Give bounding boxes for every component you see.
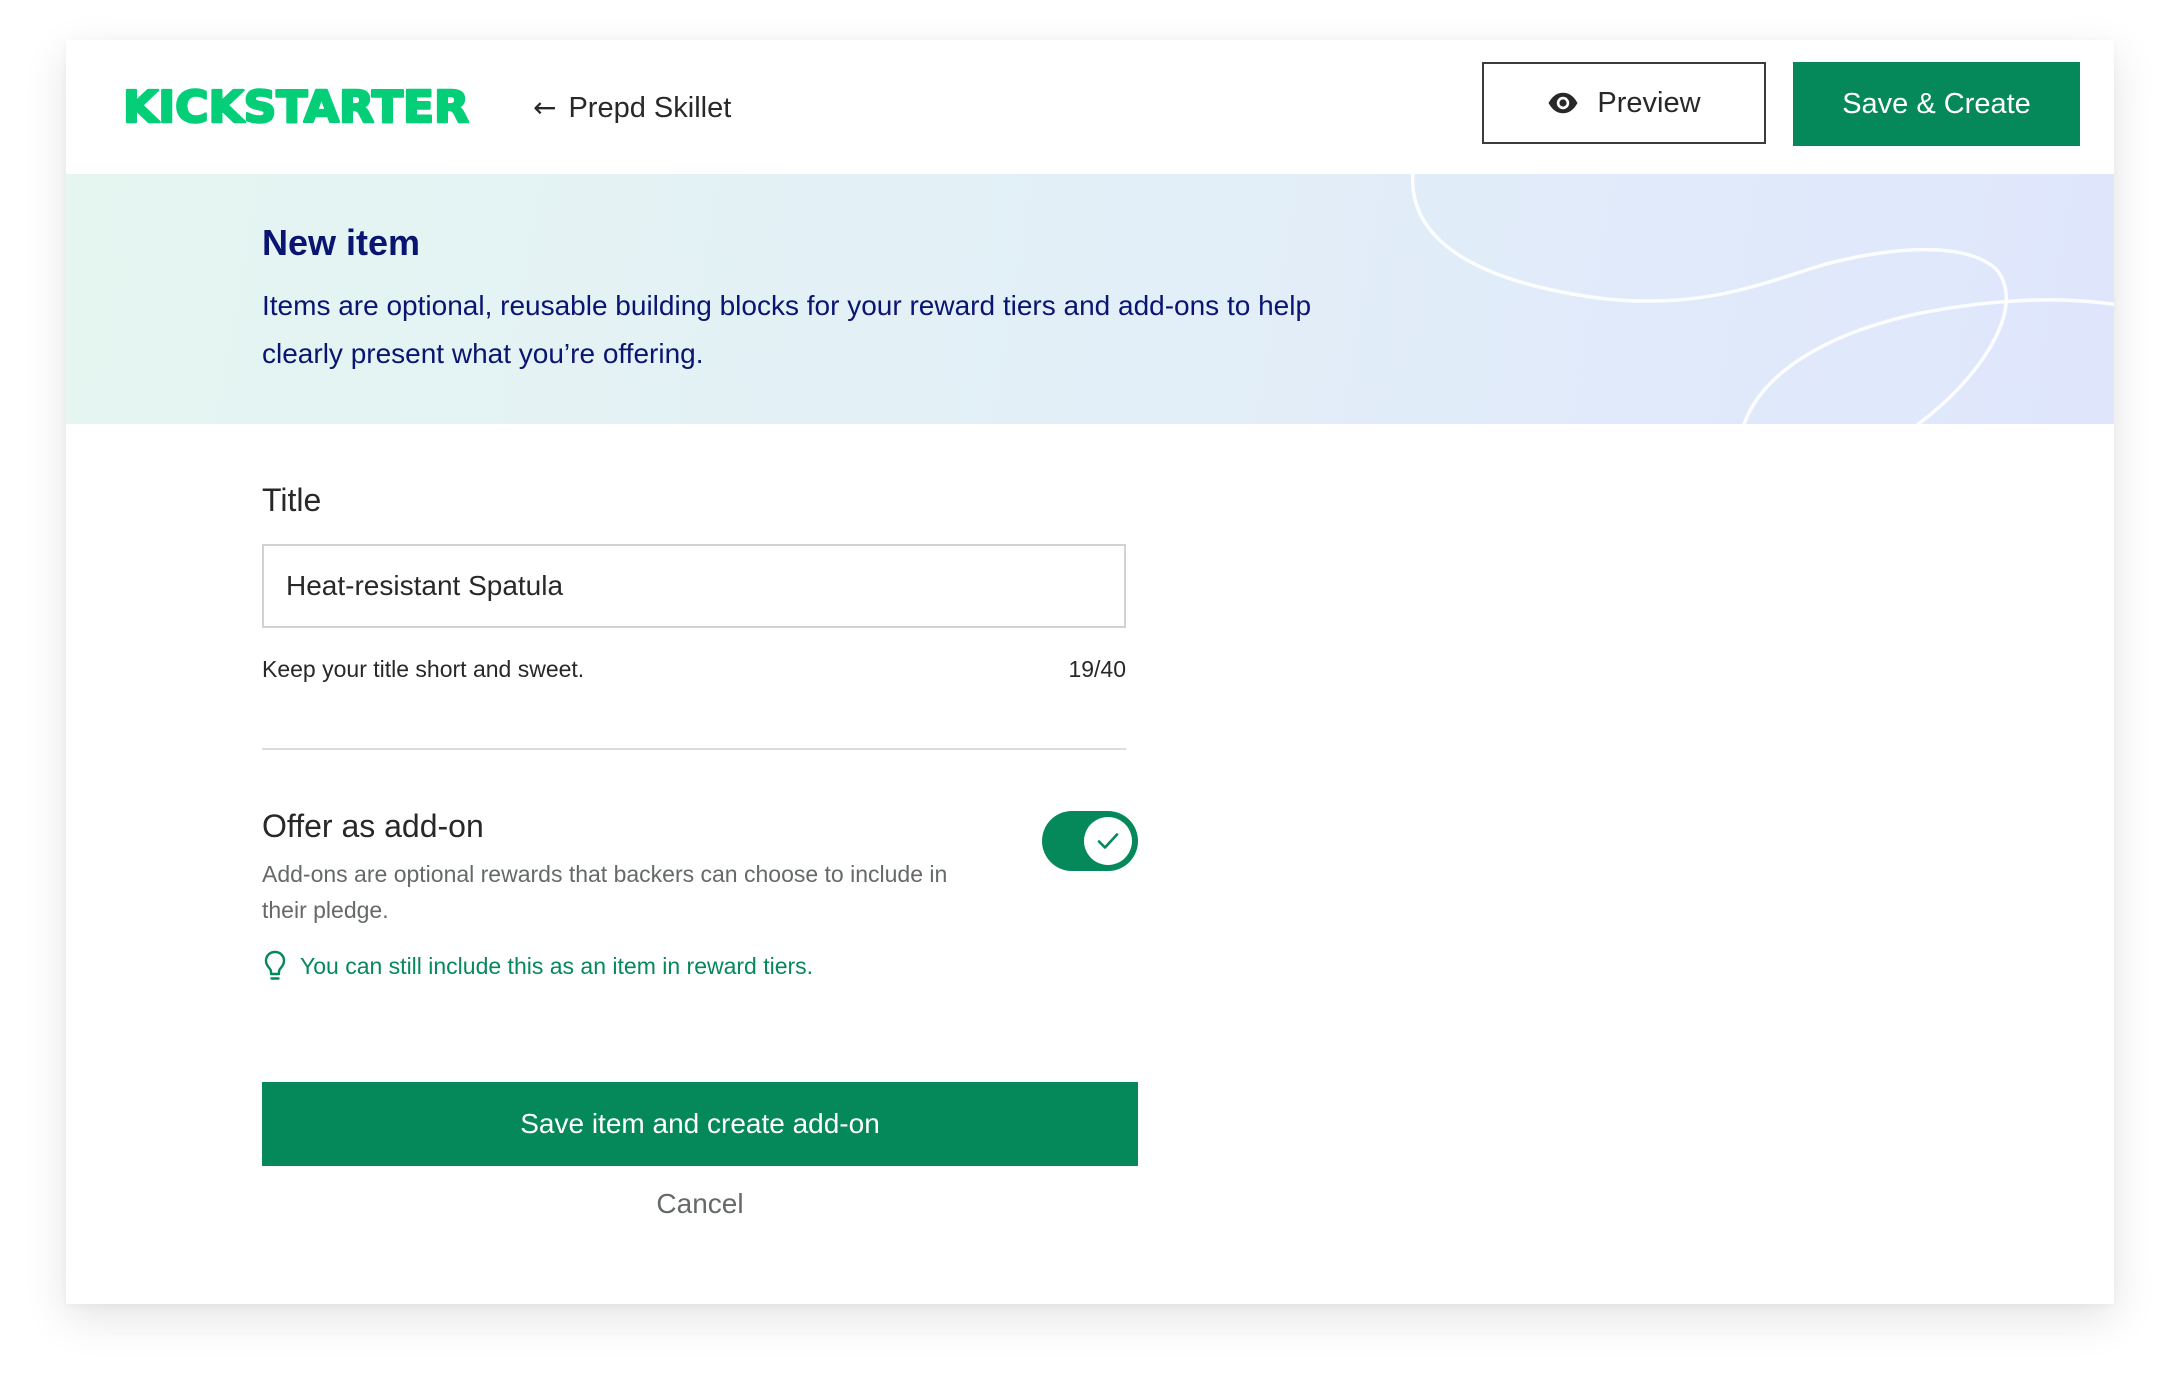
new-item-banner: New item Items are optional, reusable bu… (66, 174, 2114, 424)
svg-text:KICKSTARTER: KICKSTARTER (123, 82, 469, 130)
save-and-create-label: Save & Create (1842, 87, 2031, 120)
addon-description: Add-ons are optional rewards that backer… (262, 861, 948, 923)
banner-description: Items are optional, reusable building bl… (262, 290, 1312, 369)
toggle-knob (1084, 817, 1132, 865)
kickstarter-logo[interactable]: KICKSTARTER (123, 80, 473, 130)
eye-icon (1548, 92, 1578, 114)
offer-as-addon-toggle[interactable] (1042, 811, 1138, 871)
preview-button-label: Preview (1597, 86, 1701, 119)
title-label: Title (262, 482, 322, 518)
save-and-create-button[interactable]: Save & Create (1793, 62, 2080, 146)
addon-tip: You can still include this as an item in… (262, 949, 813, 983)
arrow-left-icon: ← (533, 91, 557, 124)
banner-title: New item (262, 222, 421, 263)
primary-button-label: Save item and create add-on (520, 1108, 880, 1139)
new-item-page: KICKSTARTER ← Prepd Skillet Preview Save… (66, 40, 2114, 1304)
cancel-label: Cancel (656, 1188, 744, 1219)
cancel-button[interactable]: Cancel (262, 1176, 1138, 1232)
lightbulb-icon (264, 950, 286, 980)
title-character-count: 19/40 (1068, 656, 1126, 682)
top-header: KICKSTARTER ← Prepd Skillet Preview Save… (66, 40, 2114, 174)
title-input[interactable] (262, 544, 1126, 628)
title-helper-text: Keep your title short and sweet. (262, 656, 585, 682)
addon-tip-text: You can still include this as an item in… (300, 952, 814, 979)
preview-button[interactable]: Preview (1482, 62, 1766, 144)
offer-as-addon-label: Offer as add-on (262, 808, 484, 844)
section-divider (262, 748, 1126, 750)
back-link-label: Prepd Skillet (568, 91, 732, 124)
back-to-project-link[interactable]: ← Prepd Skillet (533, 88, 731, 128)
check-icon (1097, 833, 1119, 849)
save-item-and-create-addon-button[interactable]: Save item and create add-on (262, 1082, 1138, 1166)
